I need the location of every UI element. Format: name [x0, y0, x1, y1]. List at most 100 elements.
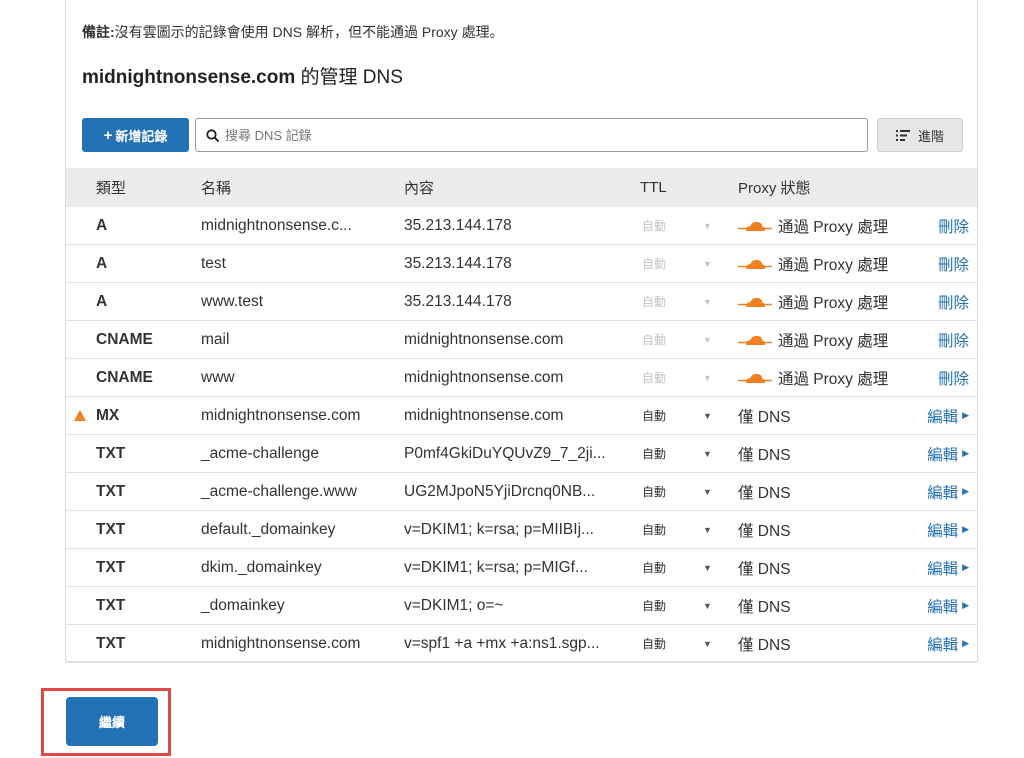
proxy-status[interactable]: 僅 DNS: [738, 397, 791, 434]
record-type: A: [96, 216, 108, 234]
action-label: 刪除: [937, 256, 969, 274]
edit-link[interactable]: 編輯 ▶: [927, 435, 969, 472]
edit-link[interactable]: 編輯 ▶: [927, 397, 969, 434]
ttl-select[interactable]: 自動: [642, 435, 666, 472]
proxy-status[interactable]: 僅 DNS: [738, 549, 791, 586]
action-label: 編輯: [927, 598, 959, 616]
action-label: 刪除: [937, 332, 969, 350]
record-content: midnightnonsense.com: [404, 406, 564, 424]
ttl-select: 自動: [642, 371, 667, 385]
edit-link[interactable]: 編輯 ▶: [927, 473, 969, 510]
delete-link[interactable]: 刪除: [938, 283, 969, 320]
edit-link[interactable]: 編輯 ▶: [927, 625, 969, 662]
ttl-select[interactable]: 自動: [642, 587, 666, 624]
delete-link[interactable]: 刪除: [938, 359, 969, 396]
edit-link[interactable]: 編輯 ▶: [927, 511, 969, 548]
chevron-down-icon[interactable]: ▼: [703, 473, 712, 510]
record-name: _acme-challenge: [201, 444, 320, 462]
header-name[interactable]: 名稱: [201, 168, 231, 207]
record-name: mail: [201, 330, 230, 348]
record-name: www: [201, 368, 235, 386]
proxy-note: 備註:沒有雲圖示的記錄會使用 DNS 解析，但不能通過 Proxy 處理。: [82, 22, 504, 42]
proxy-status-label: 通過 Proxy 處理: [778, 256, 889, 274]
table-row[interactable]: Amidnightnonsense.c... 35.213.144.178 自動 ▼ 通…: [66, 207, 977, 245]
delete-link[interactable]: 刪除: [938, 321, 969, 358]
proxy-status-label: 僅 DNS: [738, 522, 791, 540]
advanced-button[interactable]: 進階: [877, 118, 963, 152]
proxy-status[interactable]: 通過 Proxy 處理: [738, 283, 888, 320]
delete-link[interactable]: 刪除: [938, 245, 969, 282]
table-body: Amidnightnonsense.c... 35.213.144.178 自動 ▼ 通…: [66, 207, 977, 663]
proxy-status[interactable]: 僅 DNS: [738, 511, 791, 548]
ttl-select[interactable]: 自動: [642, 511, 666, 548]
dns-records-table: 類型 名稱 內容 TTL Proxy 狀態 Amidnightnonsense.…: [66, 168, 977, 663]
record-type: CNAME: [96, 368, 153, 386]
proxy-status[interactable]: 通過 Proxy 處理: [738, 207, 888, 244]
ttl-select[interactable]: 自動: [642, 625, 666, 662]
proxy-status[interactable]: 通過 Proxy 處理: [738, 321, 888, 358]
proxy-status-label: 僅 DNS: [738, 598, 791, 616]
proxy-status-label: 僅 DNS: [738, 408, 791, 426]
ttl-select: 自動: [642, 333, 667, 347]
record-type: TXT: [96, 482, 126, 500]
header-content[interactable]: 內容: [404, 168, 434, 207]
table-row[interactable]: CNAME mail midnightnonsense.com 自動 ▼ 通過 Proxy…: [66, 321, 977, 359]
ttl-select[interactable]: 自動: [642, 473, 666, 510]
proxy-status-label: 僅 DNS: [738, 484, 791, 502]
chevron-down-icon[interactable]: ▼: [703, 625, 712, 662]
proxy-status[interactable]: 僅 DNS: [738, 625, 791, 662]
delete-link[interactable]: 刪除: [938, 207, 969, 244]
table-row[interactable]: Atest 35.213.144.178 自動 ▼ 通過 Proxy 處理 刪除: [66, 245, 977, 283]
chevron-down-icon[interactable]: ▼: [703, 435, 712, 472]
header-proxy-status[interactable]: Proxy 狀態: [738, 168, 811, 207]
note-label: 備註:: [82, 24, 115, 40]
proxy-status-label: 通過 Proxy 處理: [778, 370, 889, 388]
chevron-down-icon[interactable]: ▼: [703, 549, 712, 586]
table-row[interactable]: TXT _domainkey v=DKIM1; o=~ 自動 ▼ 僅 DNS 編輯 ▶: [66, 587, 977, 625]
proxy-status-label: 僅 DNS: [738, 560, 791, 578]
dns-toolbar: + 新增記錄 進階: [82, 118, 963, 152]
add-record-button[interactable]: + 新增記錄: [82, 118, 189, 152]
search-box[interactable]: [195, 118, 868, 152]
action-label: 編輯: [927, 560, 959, 578]
header-ttl[interactable]: TTL: [640, 168, 667, 207]
chevron-down-icon[interactable]: ▼: [703, 511, 712, 548]
table-row[interactable]: CNAME www midnightnonsense.com 自動 ▼ 通過 Proxy …: [66, 359, 977, 397]
table-header: 類型 名稱 內容 TTL Proxy 狀態: [66, 168, 977, 207]
search-input[interactable]: [225, 127, 825, 143]
edit-link[interactable]: 編輯 ▶: [927, 549, 969, 586]
proxy-status-label: 通過 Proxy 處理: [778, 332, 889, 350]
record-type: TXT: [96, 520, 126, 538]
table-row[interactable]: TXT midnightnonsense.com v=spf1 +a +mx +a:…: [66, 625, 977, 663]
proxy-status[interactable]: 僅 DNS: [738, 435, 791, 472]
chevron-down-icon: ▼: [703, 372, 712, 383]
ttl-select[interactable]: 自動: [642, 397, 666, 434]
record-content: v=DKIM1; o=~: [404, 596, 504, 614]
chevron-down-icon[interactable]: ▼: [703, 587, 712, 624]
table-row[interactable]: Awww.test 35.213.144.178 自動 ▼ 通過 Proxy 處理 刪除: [66, 283, 977, 321]
chevron-down-icon[interactable]: ▼: [703, 397, 712, 434]
table-row[interactable]: TXT default._domainkey v=DKIM1; k=rsa; p=M…: [66, 511, 977, 549]
record-name: midnightnonsense.com: [201, 634, 361, 652]
chevron-down-icon: ▼: [703, 334, 712, 345]
caret-right-icon: ▶: [962, 562, 969, 572]
table-row[interactable]: TXT _acme-challenge.www UG2MJpoN5YjiDrcnq0…: [66, 473, 977, 511]
proxy-status[interactable]: 通過 Proxy 處理: [738, 245, 888, 282]
proxy-status[interactable]: 通過 Proxy 處理: [738, 359, 888, 396]
edit-link[interactable]: 編輯 ▶: [927, 587, 969, 624]
table-row[interactable]: TXT dkim._domainkey v=DKIM1; k=rsa; p=MIGf…: [66, 549, 977, 587]
record-content: midnightnonsense.com: [404, 330, 564, 348]
table-row[interactable]: MX midnightnonsense.com midnightnonsense.c…: [66, 397, 977, 435]
header-type[interactable]: 類型: [96, 168, 126, 207]
record-content: v=spf1 +a +mx +a:ns1.sgp...: [404, 634, 600, 652]
record-type: A: [96, 254, 108, 272]
action-label: 編輯: [927, 522, 959, 540]
proxy-status[interactable]: 僅 DNS: [738, 473, 791, 510]
proxy-status[interactable]: 僅 DNS: [738, 587, 791, 624]
ttl-select[interactable]: 自動: [642, 549, 666, 586]
record-type: TXT: [96, 444, 126, 462]
record-type: MX: [96, 406, 120, 424]
zone-title-suffix: 的管理 DNS: [295, 67, 403, 88]
table-row[interactable]: TXT _acme-challenge P0mf4GkiDuYQUvZ9_7_2ji…: [66, 435, 977, 473]
action-label: 編輯: [927, 636, 959, 654]
